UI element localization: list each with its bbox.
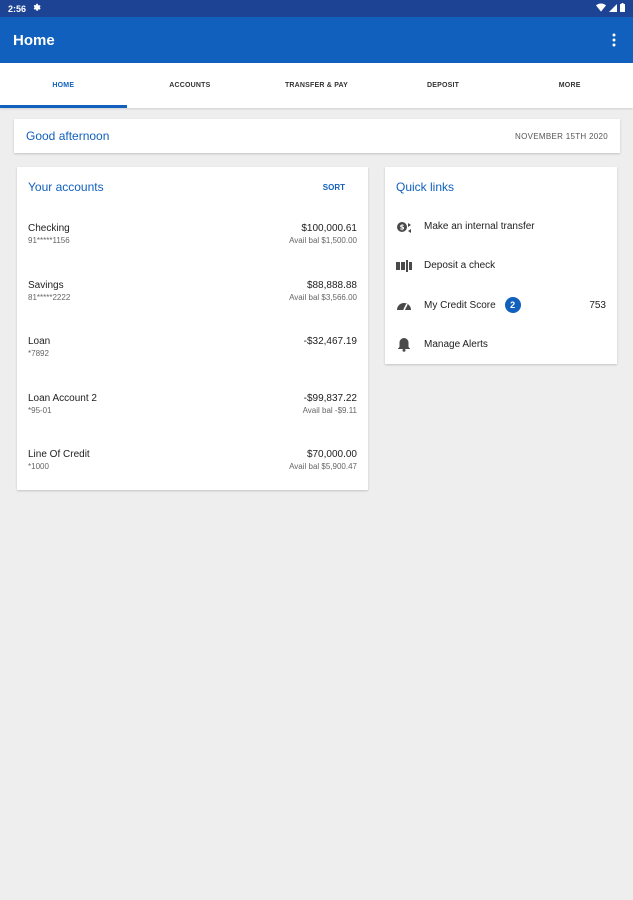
quick-link-label: My Credit Score bbox=[424, 299, 496, 311]
check-deposit-icon bbox=[396, 258, 412, 274]
accounts-title: Your accounts bbox=[28, 180, 104, 194]
account-name: Loan bbox=[28, 336, 51, 347]
tab-bar: HOME ACCOUNTS TRANSFER & PAY DEPOSIT MOR… bbox=[0, 63, 633, 108]
quick-link-label: Make an internal transfer bbox=[424, 221, 535, 233]
account-available-balance: Avail bal $5,900.47 bbox=[289, 462, 357, 471]
status-time: 2:56 bbox=[8, 3, 27, 14]
account-balance: -$99,837.22 bbox=[303, 392, 357, 404]
tab-transfer-pay[interactable]: TRANSFER & PAY bbox=[253, 63, 380, 108]
quick-links-title: Quick links bbox=[396, 180, 455, 194]
svg-text:$: $ bbox=[400, 223, 405, 231]
transfer-icon: $ bbox=[396, 219, 412, 235]
tab-deposit[interactable]: DEPOSIT bbox=[380, 63, 507, 108]
quick-link-internal-transfer[interactable]: $ Make an internal transfer bbox=[385, 207, 617, 246]
tab-label: DEPOSIT bbox=[427, 82, 460, 89]
account-row-line-of-credit[interactable]: Line Of Credit *1000 $70,000.00 Avail ba… bbox=[17, 433, 368, 490]
account-row-loan-account-2[interactable]: Loan Account 2 *95-01 -$99,837.22 Avail … bbox=[17, 377, 368, 434]
tab-home[interactable]: HOME bbox=[0, 63, 127, 108]
account-balance: -$32,467.19 bbox=[303, 336, 357, 347]
cell-signal-icon bbox=[609, 3, 617, 14]
account-number: 81*****2222 bbox=[28, 292, 71, 302]
account-number: 91*****1156 bbox=[28, 236, 70, 245]
status-bar: 2:56 bbox=[0, 0, 633, 17]
account-name: Checking bbox=[28, 223, 70, 234]
credit-score-badge: 2 bbox=[504, 297, 521, 314]
wifi-icon bbox=[596, 3, 606, 14]
greeting-text: Good afternoon bbox=[26, 129, 110, 143]
account-number: *95-01 bbox=[28, 405, 52, 415]
account-name: Line Of Credit bbox=[28, 449, 90, 460]
page-title: Home bbox=[13, 31, 55, 49]
account-row-loan[interactable]: Loan *7892 -$32,467.19 bbox=[17, 320, 368, 377]
account-name: Savings bbox=[28, 279, 64, 291]
tab-label: HOME bbox=[52, 82, 75, 89]
quick-link-label: Manage Alerts bbox=[424, 339, 488, 351]
greeting-date: NOVEMBER 15TH 2020 bbox=[515, 131, 608, 141]
tab-label: MORE bbox=[558, 82, 581, 89]
settings-gear-icon bbox=[32, 3, 41, 14]
account-number: *7892 bbox=[28, 349, 49, 358]
tab-more[interactable]: MORE bbox=[506, 63, 633, 108]
account-available-balance: Avail bal $3,566.00 bbox=[289, 292, 357, 302]
account-available-balance: Avail bal $1,500.00 bbox=[289, 236, 357, 245]
accounts-header: Your accounts SORT bbox=[17, 167, 368, 207]
accounts-card: Your accounts SORT Checking 91*****1156 … bbox=[17, 167, 368, 490]
quick-link-credit-score[interactable]: My Credit Score 2 753 bbox=[385, 286, 617, 325]
greeting-card: Good afternoon NOVEMBER 15TH 2020 bbox=[14, 119, 620, 153]
quick-link-manage-alerts[interactable]: Manage Alerts bbox=[385, 325, 617, 364]
tab-label: TRANSFER & PAY bbox=[284, 82, 349, 89]
account-balance: $88,888.88 bbox=[306, 279, 357, 291]
sort-button[interactable]: SORT bbox=[323, 183, 345, 192]
gauge-icon bbox=[396, 297, 412, 313]
tab-accounts[interactable]: ACCOUNTS bbox=[127, 63, 254, 108]
quick-links-card: Quick links $ Make an internal transfer … bbox=[385, 167, 617, 364]
account-balance: $100,000.61 bbox=[301, 223, 357, 234]
quick-links-header: Quick links bbox=[385, 167, 617, 207]
quick-link-deposit-check[interactable]: Deposit a check bbox=[385, 246, 617, 285]
tab-label: ACCOUNTS bbox=[169, 82, 211, 89]
overflow-menu-icon[interactable] bbox=[608, 33, 620, 47]
credit-score-value: 753 bbox=[589, 299, 606, 311]
quick-link-label: Deposit a check bbox=[424, 260, 496, 272]
bell-icon bbox=[396, 337, 412, 353]
account-balance: $70,000.00 bbox=[306, 449, 357, 460]
account-row-savings[interactable]: Savings 81*****2222 $88,888.88 Avail bal… bbox=[17, 264, 368, 321]
account-number: *1000 bbox=[28, 462, 49, 471]
account-name: Loan Account 2 bbox=[28, 392, 97, 404]
account-available-balance: Avail bal -$9.11 bbox=[302, 405, 357, 415]
account-row-checking[interactable]: Checking 91*****1156 $100,000.61 Avail b… bbox=[17, 207, 368, 264]
battery-icon bbox=[620, 3, 625, 14]
app-bar: Home bbox=[0, 17, 633, 63]
